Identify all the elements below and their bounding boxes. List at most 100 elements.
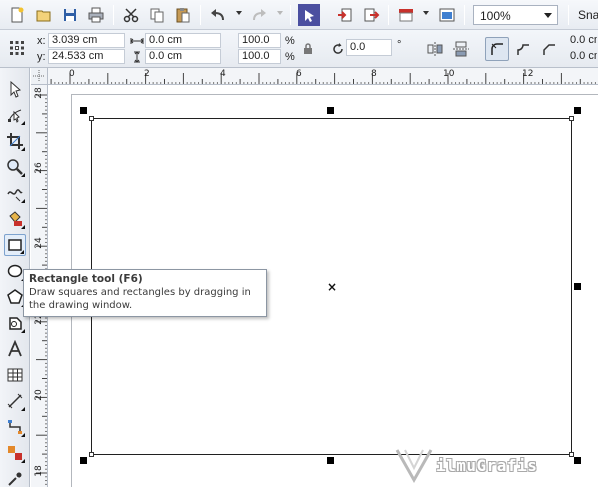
ruler-origin[interactable]	[31, 68, 48, 85]
width-arrow-icon	[130, 35, 144, 47]
object-width-field[interactable]: 0.0 cm	[145, 33, 221, 48]
corner-node[interactable]	[89, 452, 94, 457]
cut-icon[interactable]	[120, 4, 142, 26]
redo-icon[interactable]	[248, 4, 270, 26]
mirror-vertical-icon[interactable]	[451, 39, 471, 59]
flyout-indicator	[21, 147, 25, 151]
toolbar-separator	[290, 5, 291, 25]
undo-icon[interactable]	[207, 4, 229, 26]
watermark-text: ilmuGrafis	[436, 456, 538, 475]
corner-radius-bottom-field[interactable]: 0.0 cm	[566, 49, 598, 64]
snap-to-button[interactable]: Sna	[578, 8, 598, 22]
mirror-horizontal-icon[interactable]	[425, 39, 445, 59]
toolbar-separator	[113, 5, 114, 25]
new-document-icon[interactable]	[6, 4, 28, 26]
connector-tool-icon[interactable]	[4, 416, 26, 438]
tooltip-body: Draw squares and rectangles by dragging …	[29, 287, 251, 311]
percent-label: %	[285, 35, 295, 47]
watermark: ilmuGrafis	[394, 446, 564, 484]
selection-handle[interactable]	[574, 283, 581, 290]
corner-radius-top-field[interactable]: 0.0 cm	[566, 33, 598, 48]
scalloped-corner-icon[interactable]	[512, 38, 534, 60]
ruler-label: 2	[144, 69, 150, 79]
open-folder-icon[interactable]	[33, 4, 55, 26]
percent-label: %	[285, 51, 295, 63]
application-launcher-icon[interactable]	[395, 4, 417, 26]
redo-dropdown-icon[interactable]	[277, 11, 283, 15]
flyout-indicator	[20, 250, 24, 254]
selection-handle[interactable]	[327, 457, 334, 464]
selection-handle[interactable]	[574, 107, 581, 114]
standard-toolbar: 100% Sna	[0, 0, 598, 30]
ruler-label: 12	[522, 69, 534, 79]
selection-handle[interactable]	[80, 107, 87, 114]
property-bar: x: 3.039 cm y: 24.533 cm 0.0 cm 0.0 cm 1…	[0, 30, 598, 68]
toolbar-separator	[464, 5, 465, 25]
copy-icon[interactable]	[146, 4, 168, 26]
crop-tool-icon[interactable]	[4, 130, 26, 152]
ruler-label: 28	[34, 87, 44, 99]
selection-handle[interactable]	[327, 107, 334, 114]
dimension-tool-icon[interactable]	[4, 390, 26, 412]
flyout-indicator	[21, 173, 25, 177]
flyout-indicator	[21, 225, 25, 229]
zoom-level-select[interactable]: 100%	[473, 5, 558, 25]
flyout-indicator	[21, 329, 25, 333]
height-arrow-icon	[131, 51, 143, 63]
object-height-field[interactable]: 0.0 cm	[145, 49, 221, 64]
undo-dropdown-icon[interactable]	[236, 11, 242, 15]
degree-label: °	[397, 39, 402, 51]
application-launcher-dropdown-icon[interactable]	[423, 11, 429, 15]
ruler-label: 8	[371, 69, 377, 79]
interactive-blend-tool-icon[interactable]	[4, 442, 26, 464]
ruler-origin-icon	[33, 70, 45, 82]
horizontal-ruler-ticks	[50, 73, 596, 84]
selection-handle[interactable]	[574, 457, 581, 464]
flyout-indicator	[21, 121, 25, 125]
scale-width-field[interactable]: 100.0	[238, 33, 281, 48]
smart-fill-tool-icon[interactable]	[4, 208, 26, 230]
horizontal-ruler[interactable]: 0 2 4 6 8 10 12	[48, 68, 598, 85]
scale-height-field[interactable]: 100.0	[238, 49, 281, 64]
ruler-label: 4	[220, 69, 226, 79]
reference-point-icon[interactable]	[8, 39, 26, 57]
print-icon[interactable]	[85, 4, 107, 26]
x-position-field[interactable]: 3.039 cm	[48, 33, 125, 48]
rectangle-tool-icon[interactable]	[4, 234, 26, 256]
page-border	[71, 94, 598, 95]
flyout-indicator	[21, 407, 25, 411]
save-icon[interactable]	[59, 4, 81, 26]
y-position-label: y:	[37, 51, 46, 63]
ruler-label: 20	[34, 389, 44, 401]
chamfered-corner-icon[interactable]	[538, 38, 560, 60]
lock-ratio-icon[interactable]	[302, 42, 314, 56]
export-icon[interactable]	[360, 4, 382, 26]
flyout-indicator	[21, 459, 25, 463]
search-content-icon[interactable]	[298, 4, 320, 26]
corner-node[interactable]	[569, 116, 574, 121]
ruler-label: 0	[69, 69, 75, 79]
rotation-angle-field[interactable]: 0.0	[346, 39, 392, 56]
welcome-screen-icon[interactable]	[436, 4, 458, 26]
eyedropper-tool-icon[interactable]	[4, 468, 26, 487]
selection-handle[interactable]	[80, 457, 87, 464]
round-corner-icon[interactable]	[485, 37, 509, 61]
text-tool-icon[interactable]	[4, 338, 26, 360]
toolbar-separator	[200, 5, 201, 25]
pick-tool-icon[interactable]	[4, 78, 26, 100]
zoom-tool-icon[interactable]	[4, 156, 26, 178]
freehand-tool-icon[interactable]	[4, 182, 26, 204]
table-tool-icon[interactable]	[4, 364, 26, 386]
ruler-label: 10	[443, 69, 455, 79]
corner-node[interactable]	[89, 116, 94, 121]
rectangle-tool-tooltip: Rectangle tool (F6) Draw squares and rec…	[23, 269, 267, 317]
paste-icon[interactable]	[172, 4, 194, 26]
tooltip-title: Rectangle tool (F6)	[29, 273, 143, 285]
chevron-down-icon	[544, 13, 552, 18]
shape-tool-icon[interactable]	[4, 104, 26, 126]
import-icon[interactable]	[334, 4, 356, 26]
rotation-icon	[330, 41, 345, 56]
flyout-indicator	[21, 199, 25, 203]
ruler-label: 6	[296, 69, 302, 79]
y-position-field[interactable]: 24.533 cm	[48, 49, 125, 64]
